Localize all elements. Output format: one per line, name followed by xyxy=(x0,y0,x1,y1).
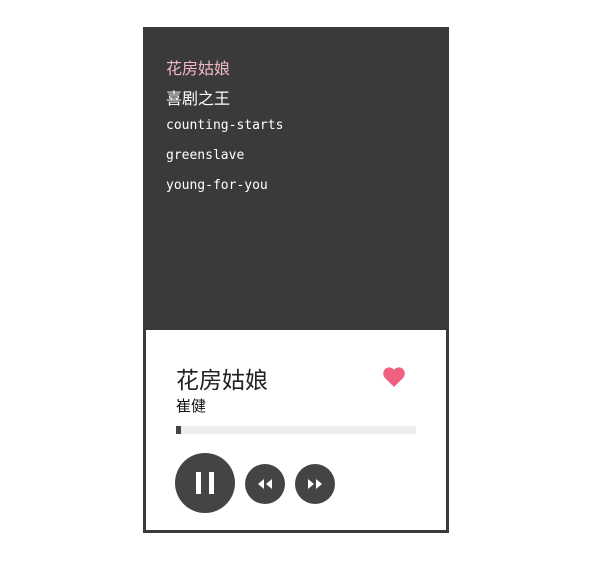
fast-forward-icon xyxy=(308,479,322,489)
like-button[interactable] xyxy=(382,366,406,388)
playlist-item-huafang-guniang[interactable]: 花房姑娘 xyxy=(166,55,230,79)
rewind-icon xyxy=(258,479,272,489)
pause-button[interactable] xyxy=(175,453,235,513)
playlist-item-greenslave[interactable]: greenslave xyxy=(166,148,244,163)
heart-icon xyxy=(383,367,405,387)
artist-name: 崔健 xyxy=(176,397,207,415)
playlist-item-young-for-you[interactable]: young-for-you xyxy=(166,178,268,193)
playlist-item-counting-starts[interactable]: counting-starts xyxy=(166,118,283,133)
rewind-button[interactable] xyxy=(245,464,285,504)
pause-icon xyxy=(196,472,214,494)
music-player: 花房姑娘 喜剧之王 counting-starts greenslave you… xyxy=(143,27,449,533)
progress-fill xyxy=(176,426,181,434)
playlist-item-xiju-zhiwang[interactable]: 喜剧之王 xyxy=(166,85,230,109)
song-title: 花房姑娘 xyxy=(176,368,268,394)
playlist: 花房姑娘 喜剧之王 counting-starts greenslave you… xyxy=(143,27,449,330)
fast-forward-button[interactable] xyxy=(295,464,335,504)
now-playing-panel: 花房姑娘 崔健 xyxy=(146,330,446,530)
progress-bar[interactable] xyxy=(176,426,416,434)
